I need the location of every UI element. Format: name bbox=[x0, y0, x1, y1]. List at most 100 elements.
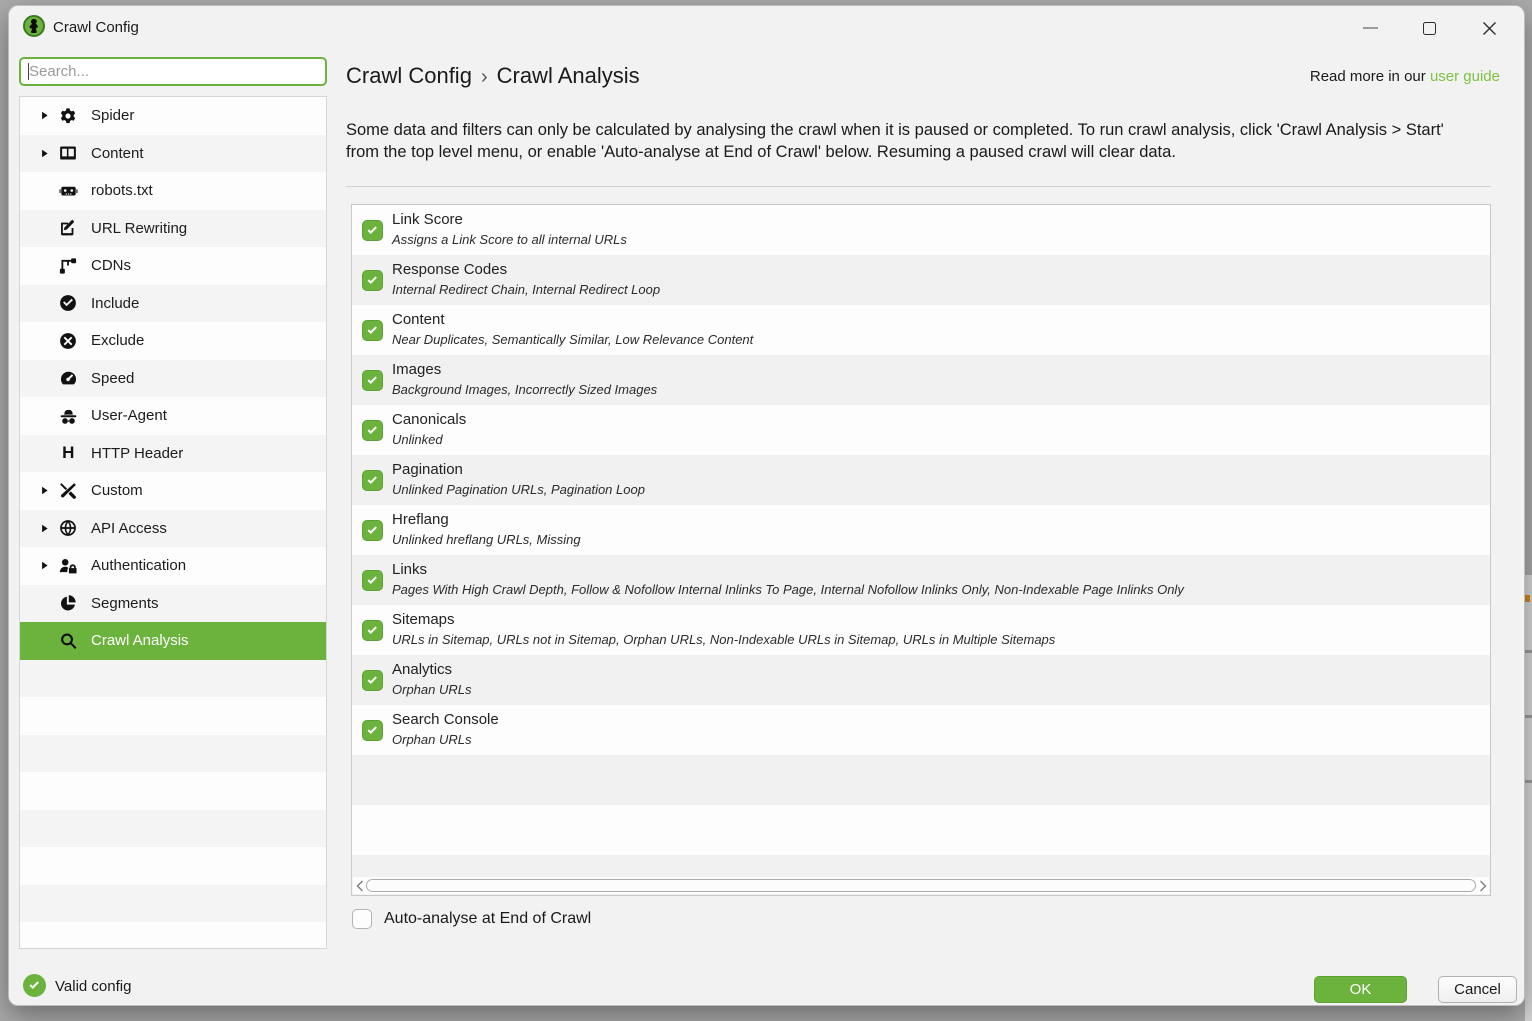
sidebar-item-label: Include bbox=[91, 295, 139, 312]
sidebar-empty-stripe bbox=[20, 810, 326, 848]
analysis-row-sitemaps: Sitemaps URLs in Sitemap, URLs not in Sit… bbox=[352, 605, 1490, 655]
pie-chart-icon bbox=[56, 594, 80, 612]
spy-icon bbox=[56, 407, 80, 425]
analysis-item-title: Links bbox=[392, 561, 1184, 578]
sidebar-item-label: API Access bbox=[91, 520, 167, 537]
sidebar-item-crawl-analysis[interactable]: Crawl Analysis bbox=[20, 622, 326, 660]
images-checkbox[interactable] bbox=[362, 370, 383, 391]
link-score-checkbox[interactable] bbox=[362, 220, 383, 241]
sidebar-item-cdns[interactable]: CDNs bbox=[20, 247, 326, 285]
gear-icon bbox=[56, 107, 80, 125]
sidebar-item-custom[interactable]: Custom bbox=[20, 472, 326, 510]
check-circle-icon bbox=[56, 294, 80, 312]
user-guide-link[interactable]: user guide bbox=[1430, 68, 1500, 85]
auto-analyse-checkbox[interactable] bbox=[352, 909, 372, 929]
scrollbar-track[interactable] bbox=[366, 879, 1476, 892]
analysis-item-description: Pages With High Crawl Depth, Follow & No… bbox=[392, 582, 1184, 597]
search-input[interactable] bbox=[19, 57, 327, 86]
expand-arrow-icon[interactable] bbox=[32, 148, 56, 159]
breadcrumb-separator: › bbox=[472, 66, 497, 88]
robot-icon bbox=[56, 182, 80, 200]
links-checkbox[interactable] bbox=[362, 570, 383, 591]
analysis-row-link-score: Link ScoreAssigns a Link Score to all in… bbox=[352, 205, 1490, 255]
auto-analyse-row: Auto-analyse at End of Crawl bbox=[352, 909, 591, 929]
scroll-left-icon[interactable] bbox=[353, 877, 366, 894]
page-title: Crawl Analysis bbox=[497, 63, 640, 88]
expand-arrow-icon[interactable] bbox=[32, 523, 56, 534]
analysis-item-description: URLs in Sitemap, URLs not in Sitemap, Or… bbox=[392, 632, 1055, 647]
analytics-checkbox[interactable] bbox=[362, 670, 383, 691]
content-checkbox[interactable] bbox=[362, 320, 383, 341]
analysis-item-description: Unlinked Pagination URLs, Pagination Loo… bbox=[392, 482, 645, 497]
sidebar-item-robots-txt[interactable]: robots.txt bbox=[20, 172, 326, 210]
analysis-row-links: Links Pages With High Crawl Depth, Follow… bbox=[352, 555, 1490, 605]
sidebar-item-label: Authentication bbox=[91, 557, 186, 574]
analysis-row-content: ContentNear Duplicates, Semantically Sim… bbox=[352, 305, 1490, 355]
minimize-button[interactable] bbox=[1347, 6, 1393, 50]
sidebar-item-content[interactable]: Content bbox=[20, 135, 326, 173]
canonicals-checkbox[interactable] bbox=[362, 420, 383, 441]
analysis-rows: Link ScoreAssigns a Link Score to all in… bbox=[352, 205, 1490, 896]
page-description: Some data and filters can only be calcul… bbox=[346, 120, 1478, 164]
search-console-checkbox[interactable] bbox=[362, 720, 383, 741]
edit-icon bbox=[56, 219, 80, 237]
analysis-row-images: ImagesBackground Images, Incorrectly Siz… bbox=[352, 355, 1490, 405]
analysis-item-title: Link Score bbox=[392, 211, 627, 228]
analysis-item-title: Hreflang bbox=[392, 511, 581, 528]
expand-arrow-icon[interactable] bbox=[32, 485, 56, 496]
ok-button[interactable]: OK bbox=[1314, 976, 1407, 1003]
response-codes-checkbox[interactable] bbox=[362, 270, 383, 291]
analysis-empty-stripe bbox=[352, 805, 1490, 855]
sidebar-item-http-header[interactable]: HHTTP Header bbox=[20, 435, 326, 473]
analysis-row-response-codes: Response CodesInternal Redirect Chain, I… bbox=[352, 255, 1490, 305]
expand-arrow-icon[interactable] bbox=[32, 110, 56, 121]
sidebar-item-label: Segments bbox=[91, 595, 159, 612]
analysis-row-canonicals: CanonicalsUnlinked bbox=[352, 405, 1490, 455]
sidebar-item-api-access[interactable]: API Access bbox=[20, 510, 326, 548]
maximize-button[interactable] bbox=[1406, 6, 1452, 50]
scroll-right-icon[interactable] bbox=[1476, 877, 1489, 894]
hreflang-checkbox[interactable] bbox=[362, 520, 383, 541]
horizontal-scrollbar[interactable] bbox=[353, 877, 1489, 894]
sidebar-item-label: CDNs bbox=[91, 257, 131, 274]
close-button[interactable] bbox=[1466, 6, 1512, 50]
cross-circle-icon bbox=[56, 332, 80, 350]
sidebar-item-user-agent[interactable]: User-Agent bbox=[20, 397, 326, 435]
sidebar-empty-stripe bbox=[20, 735, 326, 773]
sidebar-item-authentication[interactable]: Authentication bbox=[20, 547, 326, 585]
sidebar-item-include[interactable]: Include bbox=[20, 285, 326, 323]
sidebar-empty-stripe bbox=[20, 697, 326, 735]
analysis-row-hreflang: Hreflang Unlinked hreflang URLs, Missing bbox=[352, 505, 1490, 555]
breadcrumb-parent: Crawl Config bbox=[346, 63, 472, 88]
sidebar-item-label: Content bbox=[91, 145, 144, 162]
cancel-button[interactable]: Cancel bbox=[1438, 976, 1517, 1003]
expand-arrow-icon[interactable] bbox=[32, 560, 56, 571]
sidebar-item-segments[interactable]: Segments bbox=[20, 585, 326, 623]
pagination-checkbox[interactable] bbox=[362, 470, 383, 491]
frog-logo-icon bbox=[23, 15, 45, 37]
analysis-item-title: Response Codes bbox=[392, 261, 660, 278]
sidebar-empty-stripe bbox=[20, 847, 326, 885]
sidebar-empty-stripe bbox=[20, 772, 326, 810]
analysis-item-description: Orphan URLs bbox=[392, 682, 471, 697]
analysis-item-description: Unlinked hreflang URLs, Missing bbox=[392, 532, 581, 547]
analysis-item-title: Pagination bbox=[392, 461, 645, 478]
analysis-item-title: Search Console bbox=[392, 711, 499, 728]
title-bar: Crawl Config bbox=[9, 6, 1524, 50]
tools-icon bbox=[56, 482, 80, 500]
crawl-config-dialog: Crawl Config Spider Content robots.txtURL … bbox=[8, 5, 1525, 1006]
analysis-list: Link ScoreAssigns a Link Score to all in… bbox=[351, 204, 1491, 896]
sidebar-empty-stripe bbox=[20, 885, 326, 923]
sidebar-item-speed[interactable]: Speed bbox=[20, 360, 326, 398]
sidebar-item-url-rewriting[interactable]: URL Rewriting bbox=[20, 210, 326, 248]
sitemaps-checkbox[interactable] bbox=[362, 620, 383, 641]
analysis-item-title: Sitemaps bbox=[392, 611, 1055, 628]
analysis-item-title: Canonicals bbox=[392, 411, 466, 428]
analysis-item-description: Background Images, Incorrectly Sized Ima… bbox=[392, 382, 657, 397]
globe-icon bbox=[56, 519, 80, 537]
valid-config-icon bbox=[23, 974, 46, 997]
sidebar-item-spider[interactable]: Spider bbox=[20, 97, 326, 135]
scrollbar-thumb[interactable] bbox=[366, 879, 1476, 892]
sidebar-item-exclude[interactable]: Exclude bbox=[20, 322, 326, 360]
analysis-empty-stripe bbox=[352, 755, 1490, 805]
